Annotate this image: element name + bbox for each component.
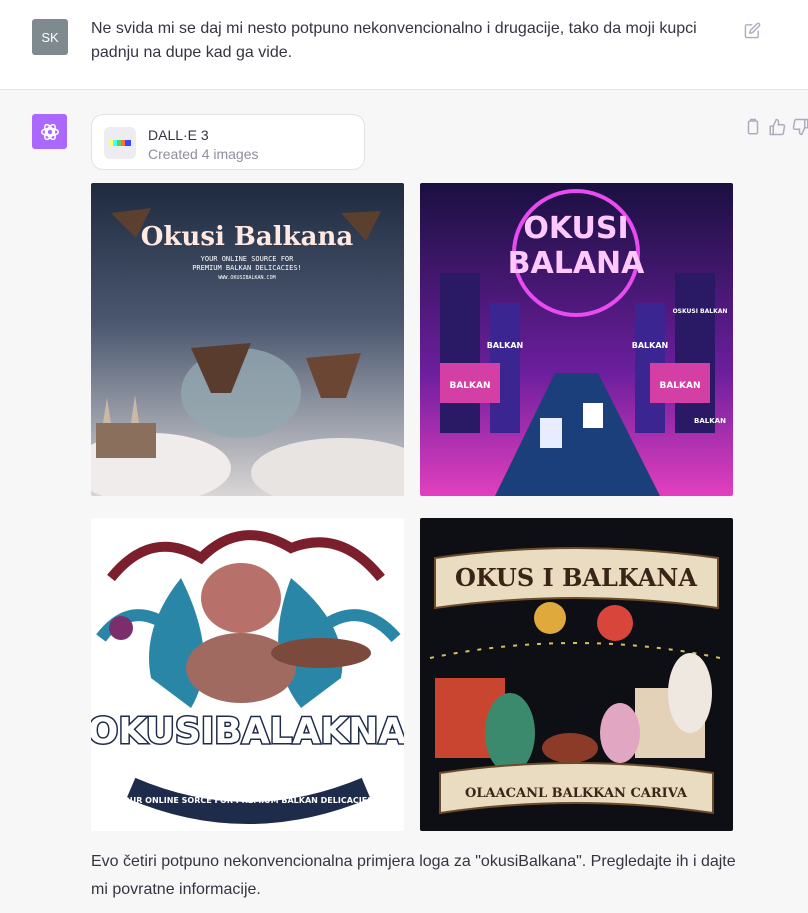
user-message-text: Ne svida mi se daj mi nesto potpuno neko…	[91, 20, 697, 61]
image-1-subtitle: YOUR ONLINE SOURCE FOR	[201, 255, 295, 263]
generated-image-1[interactable]: Okusi Balkana YOUR ONLINE SOURCE FOR PRE…	[91, 183, 404, 496]
image-2-sign: BALKAN	[487, 341, 523, 350]
image-3-tagline: YOUR ONLINE SORCE FOR PREMIUM BALKAN DEL…	[116, 796, 376, 805]
tool-status: Created 4 images	[148, 146, 259, 162]
user-message-row: SK Ne svida mi se daj mi nesto potpuno n…	[0, 0, 808, 90]
tool-name: DALL·E 3	[148, 127, 209, 143]
image-2-sign: BALKAN	[632, 341, 668, 350]
image-1-subtitle2: PREMIUM BALKAN DELICACIES!	[192, 264, 302, 272]
image-3-title: OKUSIBALAKNA	[91, 711, 404, 752]
chatgpt-logo-icon	[32, 114, 67, 149]
thumbs-up-icon[interactable]	[768, 118, 786, 136]
image-1-url: WWW.OKUSIBALKAN.COM	[218, 275, 275, 281]
user-avatar: SK	[32, 19, 68, 55]
image-2-sign: BALKAN	[694, 417, 726, 425]
edit-icon[interactable]	[744, 22, 761, 39]
image-4-title: OKUS I BALKANA	[455, 563, 697, 592]
image-2-sign: BALKAN	[659, 381, 700, 391]
image-1-title: Okusi Balkana	[141, 222, 354, 252]
copy-icon[interactable]	[744, 118, 762, 136]
dalle-tool-card[interactable]: DALL·E 3 Created 4 images	[91, 114, 365, 170]
image-4-banner: OLAACANL BALKKAN CARIVA	[465, 786, 688, 801]
thumbs-down-icon[interactable]	[792, 118, 808, 136]
message-actions	[744, 118, 808, 136]
generated-image-4[interactable]: OKUS I BALKANA OLAACANL BALKKAN CARIVA	[420, 518, 733, 831]
assistant-reply-text: Evo četiri potpuno nekonvencionalna prim…	[91, 853, 736, 898]
generated-image-2[interactable]: OKUSI BALANA BALKAN BALKAN BALKAN BALKAN…	[420, 183, 733, 496]
generated-image-3[interactable]: OKUSIBALAKNA YOUR ONLINE SORCE FOR PREMI…	[91, 518, 404, 831]
image-2-sign: BALKAN	[449, 381, 490, 391]
dalle-gradient-icon	[104, 127, 136, 159]
image-2-title-line2: BALANA	[508, 246, 646, 281]
image-2-sign: OSKUSI BALKAN	[673, 308, 728, 315]
image-2-title-line1: OKUSI	[523, 211, 628, 246]
assistant-message-row: DALL·E 3 Created 4 images Okusi Balkana …	[0, 90, 808, 913]
